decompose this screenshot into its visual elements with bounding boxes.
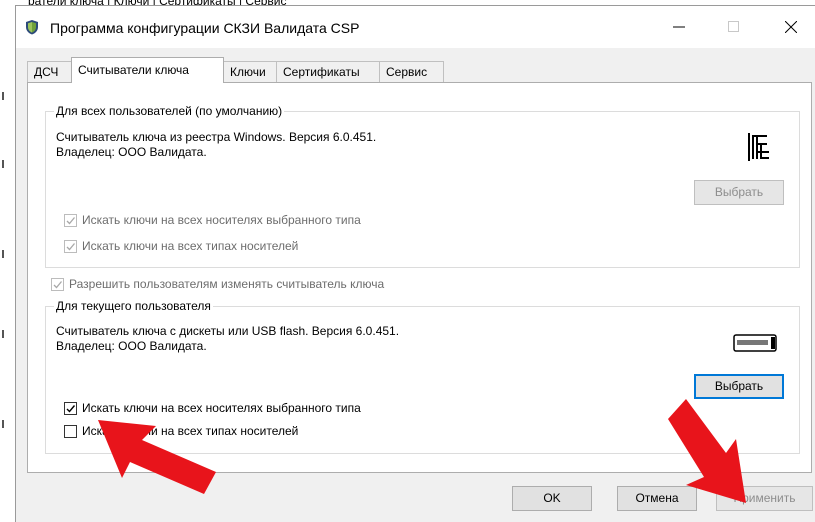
tab-keys[interactable]: Ключи [223, 61, 277, 82]
title-bar: Программа конфигурации СКЗИ Валидата CSP [16, 6, 815, 48]
tab-service[interactable]: Сервис [379, 61, 444, 82]
window-title: Программа конфигурации СКЗИ Валидата CSP [50, 20, 360, 36]
check-mark-icon [66, 243, 75, 251]
maximize-icon [728, 21, 739, 32]
all-users-reader-line1: Считыватель ключа из реестра Windows. Ве… [56, 130, 377, 144]
checkbox-label: Искать ключи на всех носителях выбранног… [82, 213, 361, 227]
red-arrow-right-annotation [668, 399, 746, 503]
usb-drive-icon [733, 334, 777, 352]
checkbox-label: Искать ключи на всех носителях выбранног… [82, 401, 361, 415]
checkbox-box [64, 402, 77, 415]
red-arrow-left-annotation [98, 420, 216, 494]
checkbox-box [64, 214, 77, 227]
ok-button[interactable]: OK [512, 486, 592, 511]
all-users-legend: Для всех пользователей (по умолчанию) [54, 104, 285, 118]
check-mark-icon [66, 217, 75, 225]
arrow-shape [668, 399, 746, 503]
checkbox-label: Искать ключи на всех типах носителей [82, 239, 299, 253]
current-user-reader-line2: Владелец: ООО Валидата. [56, 339, 207, 353]
background-left-edge [0, 0, 15, 522]
close-button[interactable] [768, 6, 814, 48]
tab-dsch[interactable]: ДСЧ [27, 61, 72, 82]
minimize-icon [673, 26, 685, 28]
all-users-reader-line2: Владелец: ООО Валидата. [56, 145, 207, 159]
checkbox-box [64, 425, 77, 438]
check-mark-icon [53, 281, 62, 289]
checkbox-label: Разрешить пользователям изменять считыва… [69, 277, 385, 291]
checkbox-box [64, 240, 77, 253]
checkbox-box [51, 278, 64, 291]
tab-certificates[interactable]: Сертификаты [276, 61, 380, 82]
maximize-button[interactable] [711, 6, 757, 48]
all-users-group: Для всех пользователей (по умолчанию) Сч… [45, 104, 800, 268]
current-user-legend: Для текущего пользователя [54, 299, 213, 313]
arrow-shape [98, 420, 216, 494]
all-users-select-button[interactable]: Выбрать [694, 180, 784, 205]
check-mark-icon [66, 405, 76, 413]
registry-tree-icon [748, 133, 769, 161]
shield-app-icon [26, 20, 38, 35]
tab-key-readers[interactable]: Считыватели ключа [71, 57, 224, 83]
minimize-button[interactable] [656, 6, 702, 48]
current-user-reader-line1: Считыватель ключа с дискеты или USB flas… [56, 324, 400, 338]
close-icon [785, 21, 797, 33]
